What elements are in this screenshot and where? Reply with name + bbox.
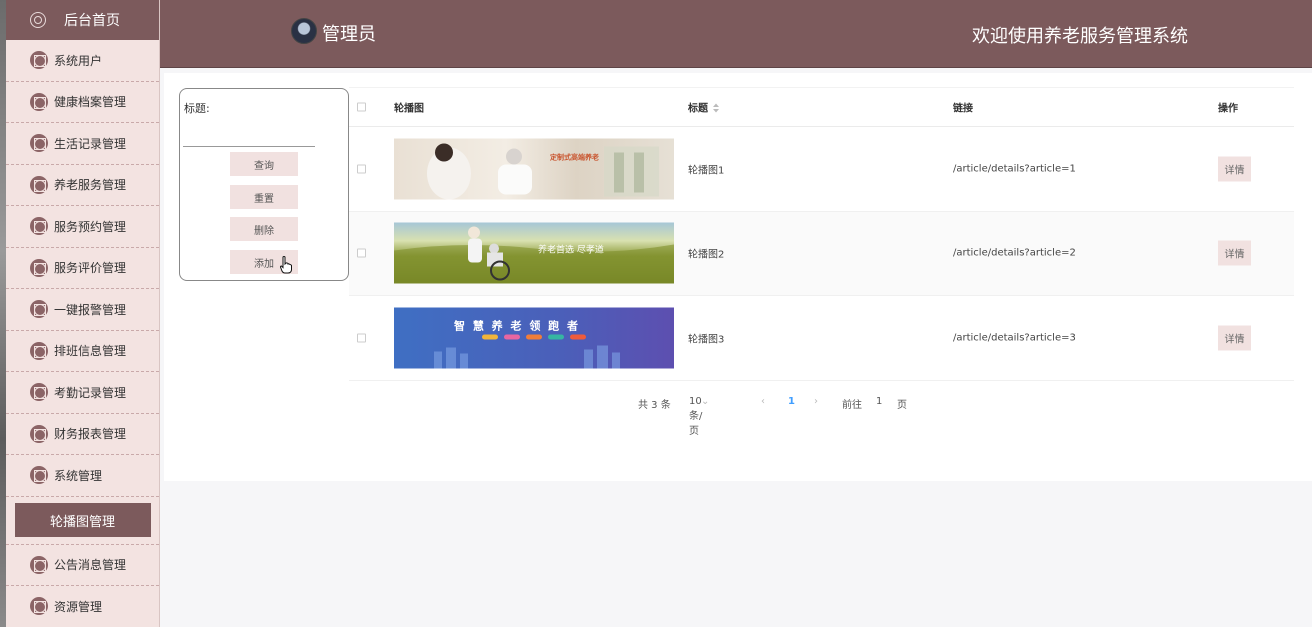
row-link: /article/details?article=2 bbox=[953, 247, 1076, 259]
goto-prefix: 前往 bbox=[842, 400, 862, 411]
row-title: 轮播图2 bbox=[688, 249, 725, 261]
sidebar-item-label: 排班信息管理 bbox=[54, 344, 127, 359]
sidebar: 后台首页 系统用户 健康档案管理 生活记录管理 养老服务管理 服务预约管理 服务… bbox=[6, 0, 160, 627]
sidebar-item-elderly-services[interactable]: 养老服务管理 bbox=[6, 165, 159, 206]
sidebar-item-label: 资源管理 bbox=[54, 599, 103, 614]
goto-page-input[interactable]: 1 bbox=[876, 396, 882, 407]
banner-text: 定制式高端养老 bbox=[550, 153, 599, 162]
banner-text: 养老首选 尽孝道 bbox=[538, 245, 604, 256]
sidebar-item-alarms[interactable]: 一键报警管理 bbox=[6, 289, 159, 331]
row-checkbox[interactable] bbox=[357, 164, 366, 174]
carousel-image-3: 智 慧 养 老 领 跑 者 bbox=[394, 307, 674, 369]
table-row: 定制式高端养老 轮播图1 /article/details?article=1 … bbox=[349, 127, 1294, 212]
row-link: /article/details?article=1 bbox=[953, 163, 1076, 175]
sidebar-item-announcements[interactable]: 公告消息管理 bbox=[6, 545, 159, 586]
prev-page-icon[interactable]: ‹ bbox=[761, 396, 765, 407]
page-number-current[interactable]: 1 bbox=[788, 396, 795, 407]
table-header: 轮播图 标题 链接 操作 bbox=[349, 87, 1294, 127]
hand-cursor-icon bbox=[280, 256, 292, 274]
search-title-label: 标题: bbox=[184, 102, 210, 115]
flower-icon bbox=[30, 383, 48, 402]
flower-icon bbox=[30, 597, 48, 616]
detail-button[interactable]: 详情 bbox=[1218, 156, 1251, 182]
sidebar-item-label: 系统管理 bbox=[54, 468, 103, 483]
sidebar-active-wrap: 轮播图管理 bbox=[6, 497, 159, 545]
goto-suffix: 页 bbox=[897, 400, 907, 411]
select-all-checkbox[interactable] bbox=[357, 102, 366, 112]
sidebar-item-label: 一键报警管理 bbox=[54, 302, 127, 317]
sidebar-item-label: 健康档案管理 bbox=[54, 95, 127, 110]
sidebar-item-label: 养老服务管理 bbox=[54, 178, 127, 193]
page-size-select[interactable]: 10条/页 ⌄ bbox=[689, 396, 709, 437]
sidebar-item-resources[interactable]: 资源管理 bbox=[6, 586, 159, 627]
main-panel: 标题: 查询 重置 删除 添加 轮播图 标题 链接 操作 定制式高端养老 轮播图… bbox=[164, 73, 1312, 481]
avatar[interactable] bbox=[291, 18, 317, 44]
home-icon bbox=[30, 12, 46, 28]
flower-icon bbox=[30, 92, 48, 111]
row-title: 轮播图3 bbox=[688, 334, 725, 346]
welcome-title: 欢迎使用养老服务管理系统 bbox=[972, 26, 1188, 47]
column-header-banner: 轮播图 bbox=[394, 103, 424, 115]
row-title: 轮播图1 bbox=[688, 165, 725, 177]
sidebar-item-label: 考勤记录管理 bbox=[54, 385, 127, 400]
sidebar-item-finance[interactable]: 财务报表管理 bbox=[6, 414, 159, 455]
row-checkbox[interactable] bbox=[357, 248, 366, 258]
table-row: 养老首选 尽孝道 轮播图2 /article/details?article=2… bbox=[349, 211, 1294, 296]
flower-icon bbox=[30, 341, 48, 360]
column-header-action: 操作 bbox=[1218, 103, 1238, 115]
wheelchair-field-image bbox=[394, 226, 674, 284]
top-header: 管理员 欢迎使用养老服务管理系统 bbox=[160, 0, 1312, 68]
search-panel: 标题: 查询 重置 删除 添加 bbox=[179, 88, 349, 281]
table-row: 智 慧 养 老 领 跑 者 轮播图3 /article/details?arti… bbox=[349, 296, 1294, 381]
column-header-link: 链接 bbox=[953, 103, 973, 115]
sidebar-home-label: 后台首页 bbox=[64, 13, 120, 29]
sidebar-item-service-booking[interactable]: 服务预约管理 bbox=[6, 206, 159, 248]
sidebar-item-schedules[interactable]: 排班信息管理 bbox=[6, 331, 159, 372]
next-page-icon[interactable]: › bbox=[814, 396, 818, 407]
flower-icon bbox=[30, 555, 48, 574]
flower-icon bbox=[30, 300, 48, 319]
admin-name: 管理员 bbox=[322, 24, 376, 45]
title-search-input[interactable] bbox=[183, 125, 315, 147]
page-size-label: 10条/页 bbox=[689, 396, 703, 437]
sidebar-item-label: 服务评价管理 bbox=[54, 261, 127, 276]
sidebar-item-label: 生活记录管理 bbox=[54, 136, 127, 151]
column-header-title-label: 标题 bbox=[688, 103, 708, 115]
sidebar-item-life-records[interactable]: 生活记录管理 bbox=[6, 123, 159, 165]
column-header-title[interactable]: 标题 bbox=[688, 100, 719, 115]
sidebar-item-attendance[interactable]: 考勤记录管理 bbox=[6, 372, 159, 414]
sidebar-item-carousel[interactable]: 轮播图管理 bbox=[14, 503, 151, 537]
sidebar-item-service-reviews[interactable]: 服务评价管理 bbox=[6, 248, 159, 289]
sort-icon[interactable] bbox=[713, 103, 719, 113]
flower-icon bbox=[30, 134, 48, 153]
flower-icon bbox=[30, 466, 48, 485]
sidebar-home[interactable]: 后台首页 bbox=[6, 0, 159, 40]
flower-icon bbox=[30, 175, 48, 194]
row-checkbox[interactable] bbox=[357, 333, 366, 343]
elderly-couple-image bbox=[427, 143, 659, 200]
delete-button[interactable]: 删除 bbox=[230, 217, 298, 241]
detail-button[interactable]: 详情 bbox=[1218, 240, 1251, 266]
sidebar-item-system-management[interactable]: 系统管理 bbox=[6, 455, 159, 497]
sidebar-item-label: 公告消息管理 bbox=[54, 558, 127, 573]
sidebar-item-health-records[interactable]: 健康档案管理 bbox=[6, 82, 159, 123]
reset-button[interactable]: 重置 bbox=[230, 185, 298, 209]
carousel-table: 轮播图 标题 链接 操作 定制式高端养老 轮播图1 /article/detai… bbox=[349, 87, 1294, 381]
row-link: /article/details?article=3 bbox=[953, 332, 1076, 344]
pagination-total: 共 3 条 bbox=[638, 400, 671, 411]
flower-icon bbox=[30, 424, 48, 443]
sidebar-item-label: 财务报表管理 bbox=[54, 427, 127, 442]
query-button[interactable]: 查询 bbox=[230, 152, 298, 176]
sidebar-item-label: 服务预约管理 bbox=[54, 219, 127, 234]
carousel-image-1: 定制式高端养老 bbox=[394, 138, 674, 200]
flower-icon bbox=[30, 258, 48, 277]
detail-button[interactable]: 详情 bbox=[1218, 325, 1251, 351]
flower-icon bbox=[30, 217, 48, 236]
banner-text: 智 慧 养 老 领 跑 者 bbox=[454, 319, 580, 333]
flower-icon bbox=[30, 51, 48, 70]
carousel-image-2: 养老首选 尽孝道 bbox=[394, 222, 674, 284]
sidebar-item-system-users[interactable]: 系统用户 bbox=[6, 40, 159, 82]
sidebar-item-label: 系统用户 bbox=[54, 53, 103, 68]
